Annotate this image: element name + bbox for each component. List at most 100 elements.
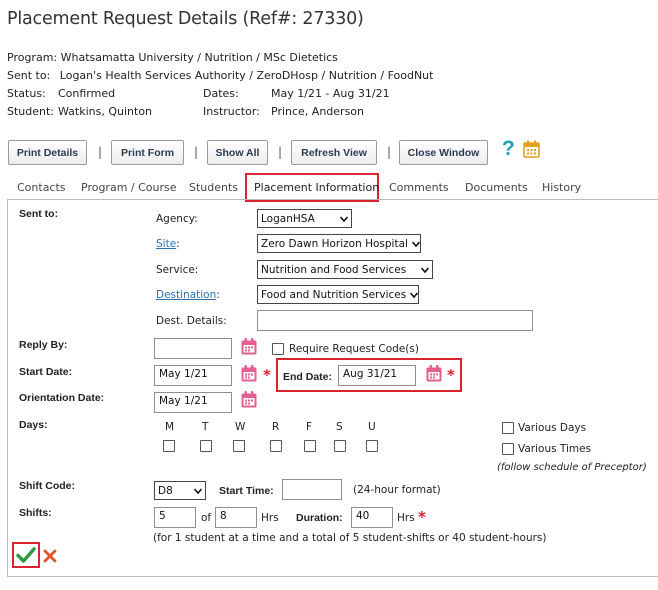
dest-details-label: Dest. Details:: [156, 315, 227, 327]
checkmark-icon[interactable]: [16, 546, 36, 564]
day-checkbox-w[interactable]: [233, 440, 245, 452]
dates-label: Dates:: [203, 87, 239, 100]
sent-to-label: Sent to:: [7, 69, 51, 82]
toolbar-separator: |: [387, 145, 392, 159]
destination-value: Food and Nutrition Services: [261, 288, 407, 301]
site-label-row: Site:: [156, 238, 180, 250]
status-value: Confirmed: [58, 87, 116, 100]
refresh-view-button[interactable]: Refresh View: [291, 140, 377, 165]
start-time-label: Start Time:: [219, 485, 274, 497]
required-marker: *: [447, 366, 455, 384]
required-marker: *: [418, 508, 426, 526]
service-select[interactable]: Nutrition and Food Services: [257, 260, 433, 279]
of-label: of: [201, 512, 212, 524]
print-details-button[interactable]: Print Details: [8, 140, 87, 165]
destination-label-row: Destination:: [156, 289, 220, 301]
site-colon: :: [176, 238, 180, 250]
tab-contacts[interactable]: Contacts: [17, 181, 66, 194]
agency-select[interactable]: LoganHSA: [257, 209, 352, 228]
shift-code-value: D8: [158, 484, 173, 497]
end-date-label: End Date:: [283, 371, 333, 383]
close-window-button[interactable]: Close Window: [399, 140, 488, 165]
site-link[interactable]: Site: [156, 238, 176, 250]
hour-format-note: (24-hour format): [353, 484, 441, 496]
calendar-icon[interactable]: [241, 391, 257, 408]
site-select[interactable]: Zero Dawn Horizon Hospital: [257, 234, 421, 253]
program-value: Whatsamatta University / Nutrition / MSc…: [60, 51, 338, 64]
service-label: Service:: [156, 264, 199, 276]
day-checkbox-t[interactable]: [200, 440, 212, 452]
tab-program-course[interactable]: Program / Course: [81, 181, 177, 194]
calendar-icon[interactable]: [241, 338, 257, 355]
various-times-label: Various Times: [518, 443, 592, 455]
page-title: Placement Request Details (Ref#: 27330): [7, 9, 364, 29]
dest-details-input[interactable]: [257, 310, 533, 331]
day-label-m: M: [165, 421, 175, 433]
program-label: Program:: [7, 51, 58, 64]
chevron-down-icon: [421, 266, 429, 273]
shift-code-label: Shift Code:: [19, 480, 75, 492]
agency-value: LoganHSA: [261, 212, 315, 225]
day-checkbox-u[interactable]: [366, 440, 378, 452]
instructor-label: Instructor:: [203, 105, 260, 118]
day-label-s: S: [336, 421, 343, 433]
student-value: Watkins, Quinton: [58, 105, 153, 118]
require-request-code-checkbox[interactable]: [272, 343, 284, 355]
various-days-checkbox[interactable]: [502, 422, 514, 434]
destination-select[interactable]: Food and Nutrition Services: [257, 285, 419, 304]
dates-value: May 1/21 - Aug 31/21: [271, 87, 390, 100]
day-checkbox-m[interactable]: [163, 440, 175, 452]
orientation-date-label: Orientation Date:: [19, 392, 105, 404]
hrs-label: Hrs: [397, 512, 415, 524]
sent-to-value: Logan's Health Services Authority / Zero…: [59, 69, 434, 82]
agency-label: Agency:: [156, 213, 198, 225]
duration-input[interactable]: 40: [351, 507, 393, 528]
sent-to-section-label: Sent to:: [19, 208, 59, 220]
various-days-label: Various Days: [518, 422, 587, 434]
tab-comments[interactable]: Comments: [389, 181, 449, 194]
destination-colon: :: [216, 289, 220, 301]
tab-placement-information[interactable]: Placement Information: [254, 181, 379, 194]
tab-documents[interactable]: Documents: [465, 181, 528, 194]
tab-history[interactable]: History: [542, 181, 581, 194]
day-label-f: F: [306, 421, 313, 433]
calendar-icon[interactable]: [523, 140, 540, 158]
toolbar-separator: |: [278, 145, 283, 159]
various-times-checkbox[interactable]: [502, 443, 514, 455]
chevron-down-icon: [194, 487, 202, 494]
day-checkbox-r[interactable]: [270, 440, 282, 452]
end-date-input[interactable]: Aug 31/21: [338, 365, 416, 386]
shift-hours-input[interactable]: 8: [215, 507, 257, 528]
print-form-button[interactable]: Print Form: [111, 140, 184, 165]
site-value: Zero Dawn Horizon Hospital: [261, 237, 408, 250]
shift-code-select[interactable]: D8: [154, 481, 206, 500]
chevron-down-icon: [411, 240, 420, 247]
day-label-w: W: [235, 421, 246, 433]
chevron-down-icon: [340, 215, 348, 222]
status-label: Status:: [7, 87, 46, 100]
shifts-input[interactable]: 5: [154, 507, 196, 528]
start-date-input[interactable]: May 1/21: [154, 365, 232, 386]
chevron-down-icon: [410, 291, 418, 298]
calendar-icon[interactable]: [426, 365, 442, 382]
tab-students[interactable]: Students: [189, 181, 238, 194]
day-checkbox-f[interactable]: [304, 440, 316, 452]
hrs-label: Hrs: [261, 512, 279, 524]
show-all-button[interactable]: Show All: [207, 140, 268, 165]
reply-by-label: Reply By:: [19, 339, 68, 351]
day-checkbox-s[interactable]: [334, 440, 346, 452]
start-time-input[interactable]: [282, 479, 342, 500]
orientation-date-input[interactable]: May 1/21: [154, 392, 232, 413]
student-label: Student:: [7, 105, 55, 118]
reply-by-input[interactable]: [154, 338, 232, 359]
x-icon[interactable]: [43, 549, 57, 563]
shifts-note: (for 1 student at a time and a total of …: [153, 532, 547, 544]
calendar-icon[interactable]: [241, 365, 257, 382]
day-label-r: R: [272, 421, 280, 433]
destination-link[interactable]: Destination: [156, 289, 216, 301]
days-label: Days:: [19, 419, 48, 431]
instructor-value: Prince, Anderson: [271, 105, 365, 118]
day-label-t: T: [202, 421, 209, 433]
help-icon[interactable]: ?: [500, 137, 518, 160]
service-value: Nutrition and Food Services: [261, 263, 407, 276]
